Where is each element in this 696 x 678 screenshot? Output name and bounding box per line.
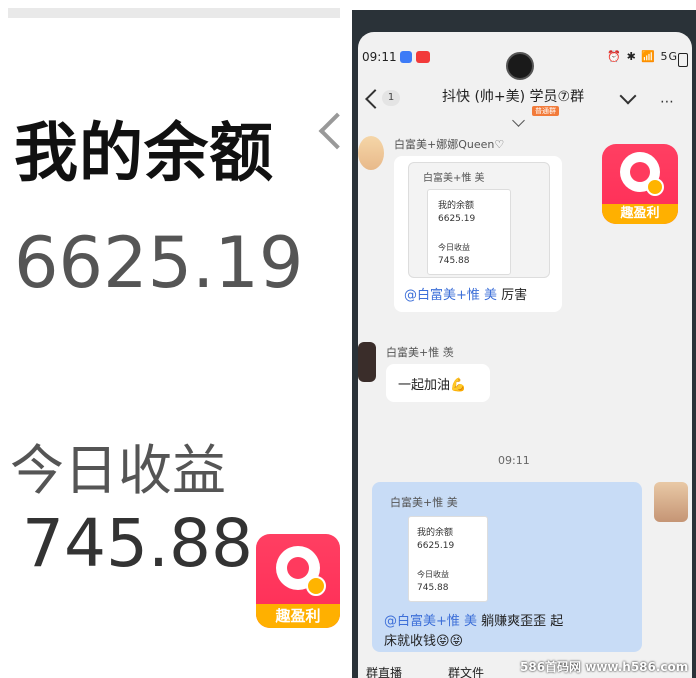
mention-link[interactable]: @白富美+惟 美 (384, 614, 477, 629)
group-files-button[interactable]: 群文件 (448, 664, 484, 678)
chevron-left-icon[interactable] (318, 112, 348, 150)
mention-link[interactable]: @白富美+惟 美 (404, 288, 497, 303)
message-text: @白富美+惟 美 厉害 (404, 288, 528, 303)
quoted-screenshot[interactable]: 我的余额 6625.19 今日收益 745.88 (408, 516, 488, 602)
status-icons: ⏰ ✱ 📶 5G (607, 50, 678, 63)
group-title[interactable]: 抖快 (帅+美) 学员⑦群 (442, 86, 584, 106)
self-avatar[interactable] (654, 482, 688, 522)
message-text: 一起加油💪 (398, 378, 467, 393)
mini-title: 我的余额 (417, 528, 454, 538)
group-live-button[interactable]: 群直播 (366, 664, 402, 678)
avatar[interactable] (358, 136, 384, 170)
right-photo-panel: 09:11 ⏰ ✱ 📶 5G 1 抖快 (帅+美) 学员⑦群 普通群 ⋯ 白富美… (352, 10, 696, 678)
quoted-sender: 白富美+惟 美 (423, 173, 485, 184)
today-income-label: 今日收益 (10, 439, 226, 502)
unread-count-badge[interactable]: 1 (382, 90, 400, 106)
app-logo-icon: 趣盈利 (602, 144, 678, 224)
app-logo-text: 趣盈利 (602, 204, 678, 224)
chat-timestamp: 09:11 (498, 454, 530, 467)
avatar[interactable] (358, 342, 376, 382)
mini-today-label: 今日收益 (438, 243, 470, 252)
today-income-amount: 745.88 (22, 505, 253, 582)
chevron-down-icon[interactable] (619, 87, 637, 105)
mini-title: 我的余额 (438, 201, 475, 211)
quoted-screenshot[interactable]: 我的余额 6625.19 今日收益 745.88 (427, 189, 511, 275)
balance-title: 我的余额 (14, 117, 274, 191)
sender-name: 白富美+娜娜Queen♡ (394, 138, 505, 151)
message-bubble[interactable]: 一起加油💪 (386, 364, 490, 402)
status-bar: 09:11 ⏰ ✱ 📶 5G (358, 46, 692, 80)
more-options-icon[interactable]: ⋯ (660, 94, 674, 110)
message-text-line2: 床就收钱😝😝 (384, 634, 464, 649)
message-bubble-self[interactable]: 白富美+惟 美 我的余额 6625.19 今日收益 745.88 @白富美+惟 … (372, 482, 642, 652)
battery-icon (678, 53, 688, 67)
message-text: @白富美+惟 美 躺赚爽歪歪 起 (384, 614, 564, 629)
left-screenshot-panel: 我的余额 6625.19 今日收益 745.88 趣盈利 (0, 0, 348, 678)
status-time: 09:11 (362, 50, 397, 64)
top-divider (8, 8, 340, 18)
group-type-tag: 普通群 (532, 106, 559, 116)
app-logo-icon: 趣盈利 (256, 534, 340, 628)
message-bubble[interactable]: 白富美+惟 美 我的余额 6625.19 今日收益 745.88 @白富美+惟 … (394, 156, 562, 312)
quoted-image-card[interactable]: 白富美+惟 美 我的余额 6625.19 今日收益 745.88 (408, 162, 550, 278)
phone-screen: 09:11 ⏰ ✱ 📶 5G 1 抖快 (帅+美) 学员⑦群 普通群 ⋯ 白富美… (358, 32, 692, 678)
chat-header: 1 抖快 (帅+美) 学员⑦群 普通群 ⋯ (358, 76, 692, 120)
watermark-text: 586首码网 www.h586.com (520, 660, 689, 674)
app-logo-text: 趣盈利 (256, 604, 340, 628)
mini-today-value: 745.88 (438, 256, 470, 266)
sender-name: 白富美+惟 羡 (386, 346, 454, 359)
quoted-sender: 白富美+惟 美 (390, 496, 458, 509)
mini-today-label: 今日收益 (417, 570, 449, 579)
mini-balance: 6625.19 (438, 214, 476, 224)
balance-amount: 6625.19 (14, 222, 304, 304)
mini-balance: 6625.19 (417, 541, 455, 551)
notification-app-icon (400, 51, 412, 63)
notification-app-icon-red (416, 51, 430, 63)
mini-today-value: 745.88 (417, 583, 449, 593)
